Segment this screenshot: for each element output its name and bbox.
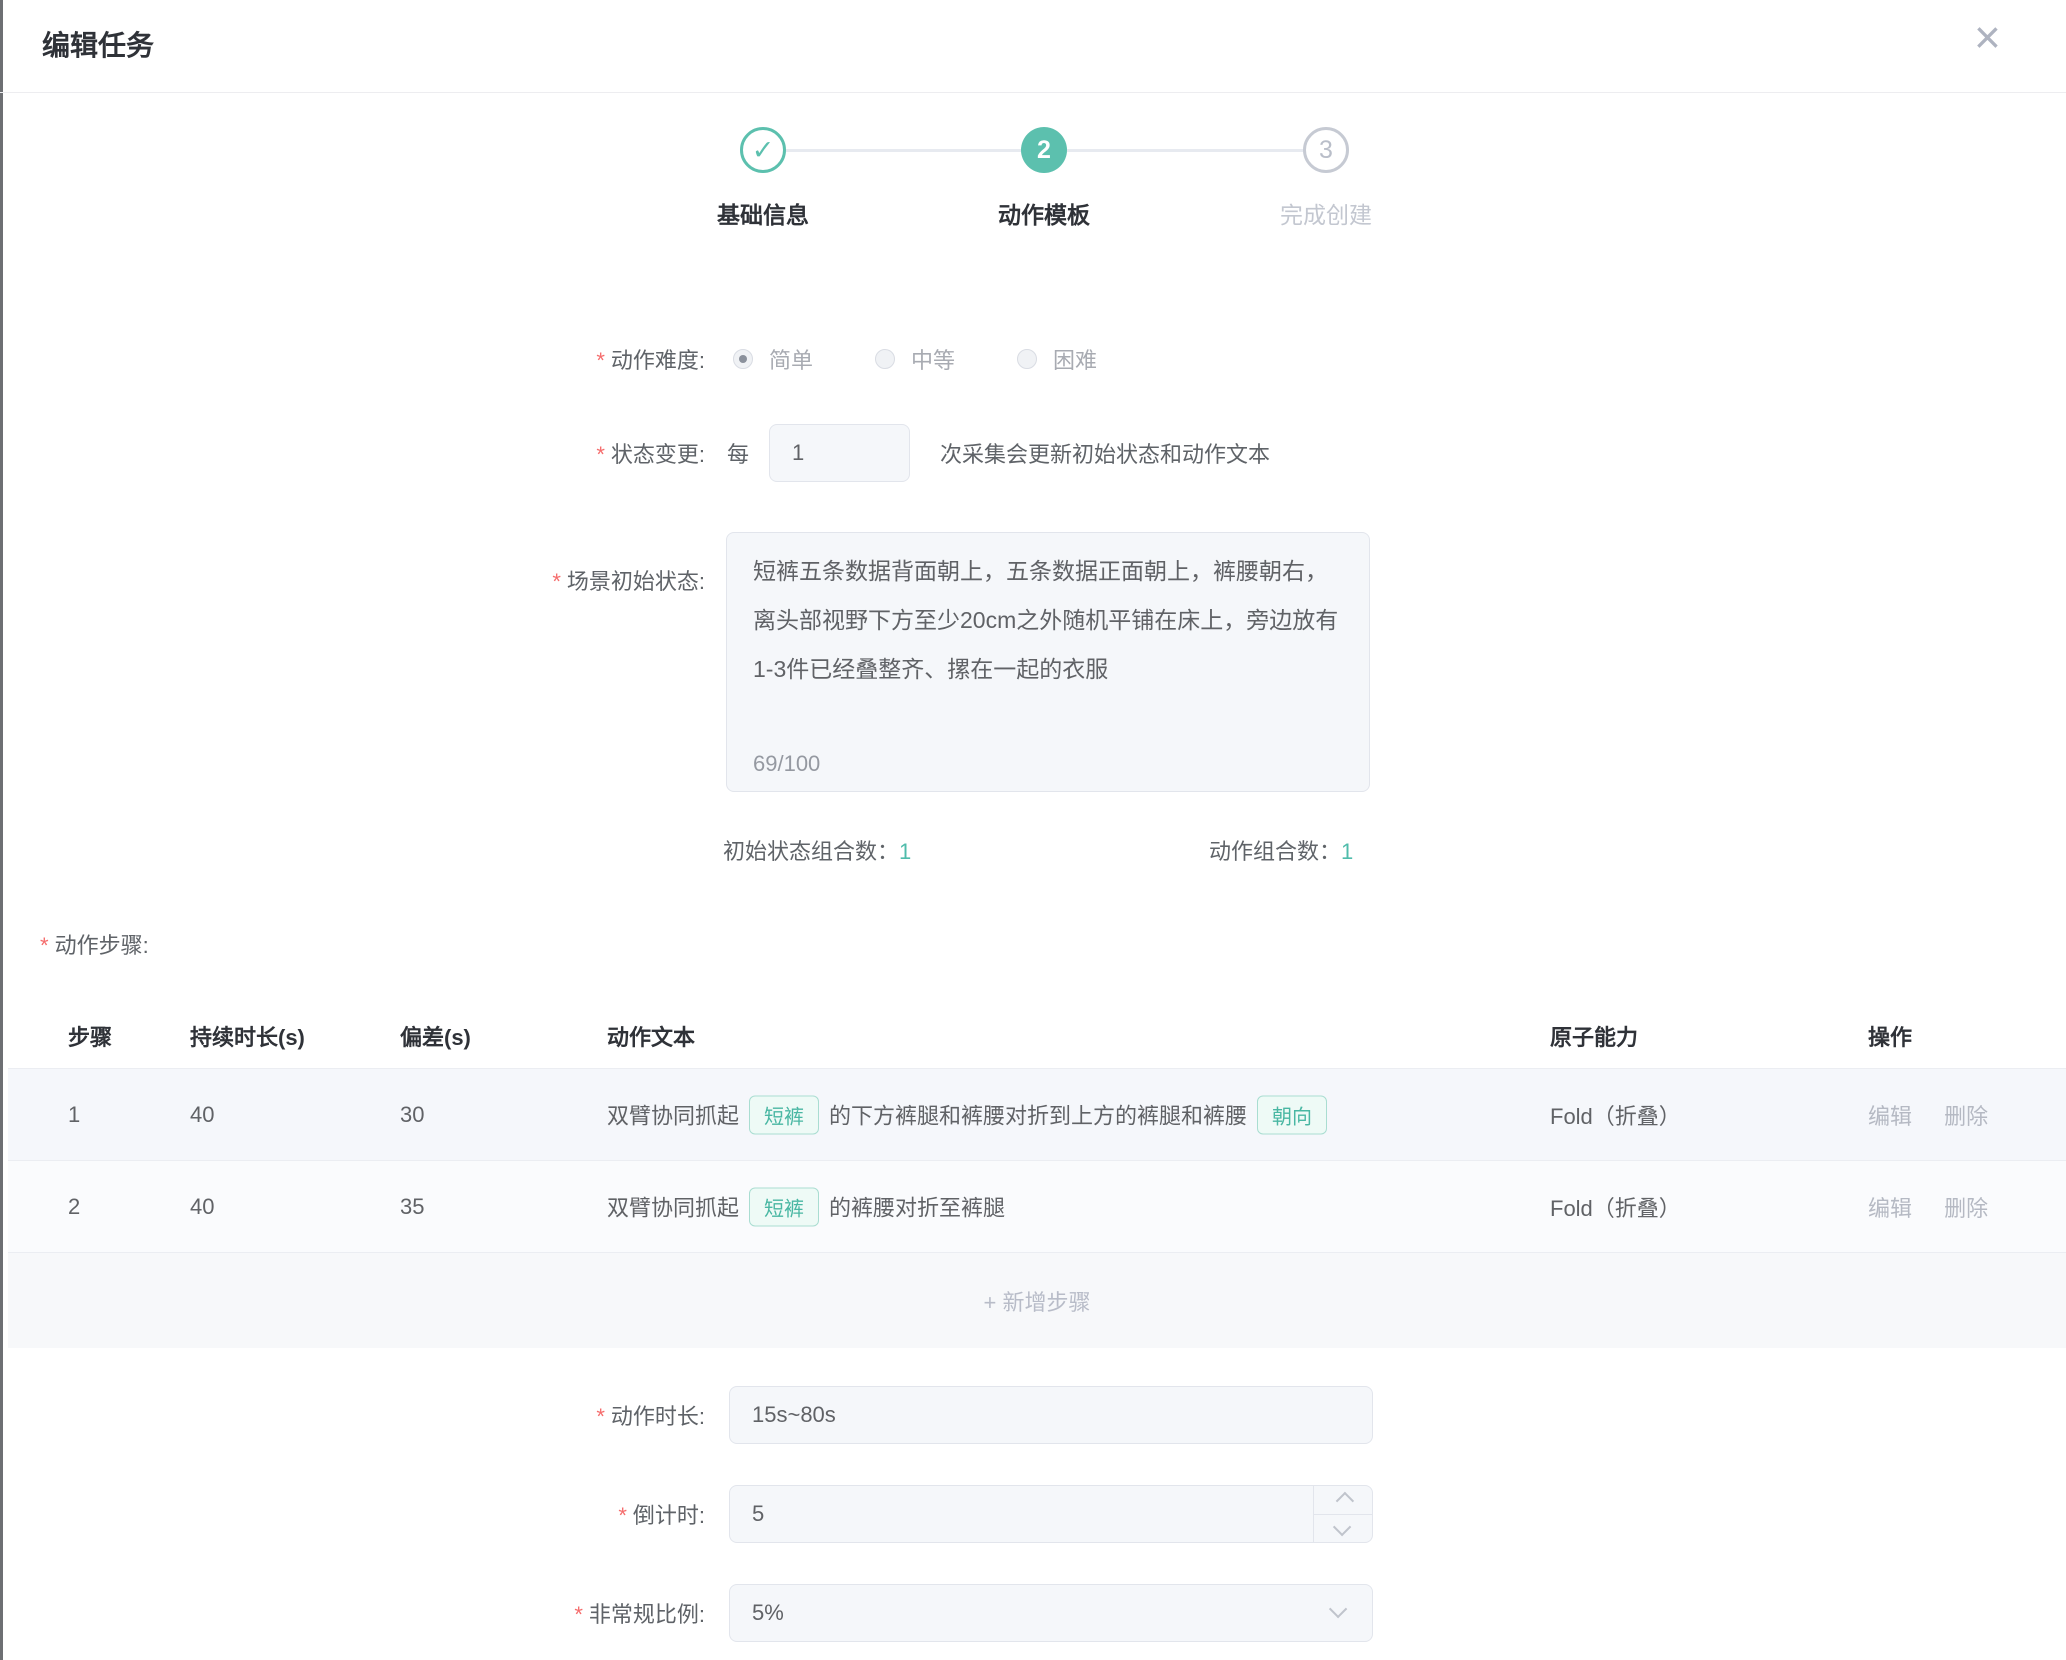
dialog-title: 编辑任务 bbox=[42, 24, 154, 64]
row1-action-text: 双臂协同抓起 短裤 的下方裤腿和裤腰对折到上方的裤腿和裤腰 朝向 bbox=[607, 1095, 1337, 1134]
action-duration-input[interactable]: 15s~80s bbox=[729, 1386, 1373, 1444]
chevron-down-icon bbox=[1329, 1600, 1347, 1618]
add-step-button[interactable]: + 新增步骤 bbox=[8, 1253, 2066, 1348]
required-marker: * bbox=[40, 933, 49, 958]
row2-duration: 40 bbox=[190, 1194, 214, 1220]
scene-state-label: *场景初始状态: bbox=[0, 564, 705, 596]
row2-actions: 编辑 删除 bbox=[1868, 1191, 2014, 1223]
action-duration-value: 15s~80s bbox=[752, 1402, 836, 1428]
step-3-label: 完成创建 bbox=[1216, 196, 1436, 230]
header-actions: 操作 bbox=[1868, 1020, 1912, 1052]
step-2-label: 动作模板 bbox=[934, 196, 1154, 230]
header-divider bbox=[0, 92, 2066, 93]
radio-label-hard: 困难 bbox=[1053, 343, 1097, 375]
radio-option-hard[interactable]: 困难 bbox=[1017, 343, 1097, 375]
difficulty-row: *动作难度: 简单 中等 困难 bbox=[0, 336, 2066, 382]
state-change-input[interactable]: 1 bbox=[769, 424, 910, 482]
row1-text-before: 双臂协同抓起 bbox=[607, 1099, 739, 1131]
required-marker: * bbox=[574, 1602, 583, 1627]
row1-text-after: 的下方裤腿和裤腰对折到上方的裤腿和裤腰 bbox=[829, 1099, 1247, 1131]
increase-button[interactable] bbox=[1314, 1486, 1372, 1514]
row2-object-tag: 短裤 bbox=[749, 1187, 819, 1226]
row2-text-before: 双臂协同抓起 bbox=[607, 1191, 739, 1223]
radio-icon-easy bbox=[733, 349, 753, 369]
required-marker: * bbox=[552, 569, 561, 594]
state-change-prefix: 每 bbox=[727, 437, 749, 469]
table-row: 1 40 30 双臂协同抓起 短裤 的下方裤腿和裤腰对折到上方的裤腿和裤腰 朝向… bbox=[8, 1069, 2066, 1161]
action-duration-row: *动作时长: 15s~80s bbox=[0, 1386, 2066, 1444]
radio-label-easy: 简单 bbox=[769, 343, 813, 375]
difficulty-radio-group: 简单 中等 困难 bbox=[733, 343, 1159, 375]
char-counter: 69/100 bbox=[753, 751, 820, 777]
state-change-suffix: 次采集会更新初始状态和动作文本 bbox=[940, 437, 1270, 469]
step-3-indicator: 3 bbox=[1303, 127, 1349, 173]
row1-duration: 40 bbox=[190, 1102, 214, 1128]
decrease-button[interactable] bbox=[1314, 1514, 1372, 1543]
stepper-connector-1 bbox=[786, 149, 1021, 152]
header-step: 步骤 bbox=[68, 1020, 112, 1052]
state-change-label: *状态变更: bbox=[0, 437, 705, 469]
table-row: 2 40 35 双臂协同抓起 短裤 的裤腰对折至裤腿 Fold（折叠） 编辑 删… bbox=[8, 1161, 2066, 1253]
step-2-indicator: 2 bbox=[1021, 127, 1067, 173]
steps-table-header: 步骤 持续时长(s) 偏差(s) 动作文本 原子能力 操作 bbox=[8, 1010, 2066, 1068]
action-combo-count: 动作组合数：1 bbox=[1209, 834, 1353, 866]
chevron-down-icon bbox=[1332, 1518, 1350, 1536]
radio-option-medium[interactable]: 中等 bbox=[875, 343, 955, 375]
edit-button[interactable]: 编辑 bbox=[1868, 1104, 1912, 1129]
delete-button[interactable]: 删除 bbox=[1944, 1196, 1988, 1221]
row2-step: 2 bbox=[68, 1194, 80, 1220]
radio-label-medium: 中等 bbox=[911, 343, 955, 375]
edit-task-dialog: 编辑任务 × ✓ 2 3 基础信息 动作模板 完成创建 *动作难度: 简单 中等… bbox=[0, 0, 2066, 1660]
step-1-check-icon: ✓ bbox=[740, 127, 786, 173]
row2-deviation: 35 bbox=[400, 1194, 424, 1220]
stepper-connector-2 bbox=[1067, 149, 1303, 152]
required-marker: * bbox=[618, 1503, 627, 1528]
unusual-ratio-select[interactable]: 5% bbox=[729, 1584, 1373, 1642]
row1-object-tag: 短裤 bbox=[749, 1095, 819, 1134]
radio-icon-medium bbox=[875, 349, 895, 369]
initial-combo-label: 初始状态组合数： bbox=[723, 839, 899, 864]
close-icon[interactable]: × bbox=[1974, 14, 2001, 60]
row1-orientation-tag: 朝向 bbox=[1257, 1095, 1327, 1134]
radio-option-easy[interactable]: 简单 bbox=[733, 343, 813, 375]
action-steps-section-label: *动作步骤: bbox=[40, 928, 149, 960]
edit-button[interactable]: 编辑 bbox=[1868, 1196, 1912, 1221]
row2-atomic-ability: Fold（折叠） bbox=[1550, 1191, 1681, 1223]
countdown-row: *倒计时: 5 bbox=[0, 1485, 2066, 1543]
row2-text-after: 的裤腰对折至裤腿 bbox=[829, 1191, 1005, 1223]
countdown-input[interactable]: 5 bbox=[729, 1485, 1373, 1543]
action-duration-label: *动作时长: bbox=[0, 1399, 705, 1431]
unusual-ratio-row: *非常规比例: 5% bbox=[0, 1584, 2066, 1642]
delete-button[interactable]: 删除 bbox=[1944, 1104, 1988, 1129]
initial-combo-value: 1 bbox=[899, 839, 911, 864]
chevron-up-icon bbox=[1335, 1492, 1353, 1510]
unusual-ratio-value: 5% bbox=[752, 1600, 784, 1626]
step-1-label: 基础信息 bbox=[653, 196, 873, 230]
unusual-ratio-label: *非常规比例: bbox=[0, 1597, 705, 1629]
difficulty-label: *动作难度: bbox=[0, 343, 705, 375]
row1-atomic-ability: Fold（折叠） bbox=[1550, 1099, 1681, 1131]
countdown-value: 5 bbox=[752, 1501, 764, 1527]
row1-actions: 编辑 删除 bbox=[1868, 1099, 2014, 1131]
countdown-label: *倒计时: bbox=[0, 1498, 705, 1530]
header-duration: 持续时长(s) bbox=[190, 1020, 305, 1052]
scene-state-text: 短裤五条数据背面朝上，五条数据正面朝上，裤腰朝右，离头部视野下方至少20cm之外… bbox=[753, 547, 1343, 694]
state-change-row: *状态变更: 每 1 次采集会更新初始状态和动作文本 bbox=[0, 424, 2066, 482]
initial-combo-count: 初始状态组合数：1 bbox=[723, 834, 911, 866]
row1-step: 1 bbox=[68, 1102, 80, 1128]
row2-action-text: 双臂协同抓起 短裤 的裤腰对折至裤腿 bbox=[607, 1187, 1005, 1226]
header-action-text: 动作文本 bbox=[607, 1020, 695, 1052]
header-atomic: 原子能力 bbox=[1550, 1020, 1638, 1052]
action-combo-value: 1 bbox=[1341, 839, 1353, 864]
action-combo-label: 动作组合数： bbox=[1209, 839, 1341, 864]
header-deviation: 偏差(s) bbox=[400, 1020, 471, 1052]
required-marker: * bbox=[596, 442, 605, 467]
row1-deviation: 30 bbox=[400, 1102, 424, 1128]
number-stepper bbox=[1313, 1486, 1372, 1542]
radio-icon-hard bbox=[1017, 349, 1037, 369]
scene-state-textarea[interactable]: 短裤五条数据背面朝上，五条数据正面朝上，裤腰朝右，离头部视野下方至少20cm之外… bbox=[726, 532, 1370, 792]
required-marker: * bbox=[596, 1404, 605, 1429]
required-marker: * bbox=[596, 348, 605, 373]
